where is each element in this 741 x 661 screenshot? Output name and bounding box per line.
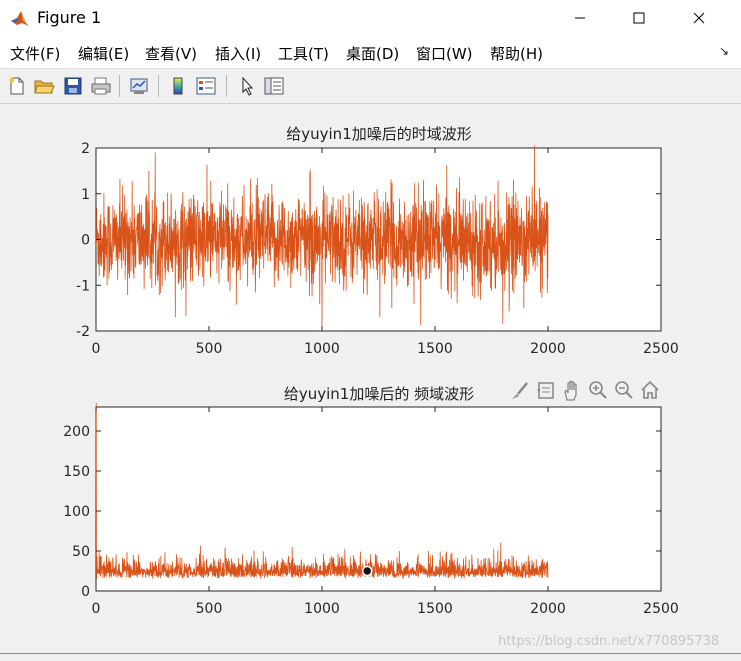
window-bottom-border	[0, 653, 741, 654]
home-icon[interactable]	[640, 380, 660, 402]
plot1-xtick-label: 0	[92, 341, 101, 357]
plot1-ytick-label: -2	[76, 324, 90, 340]
plot1-ytick-label: 1	[81, 187, 90, 203]
plot1-ytick-label: 0	[81, 233, 90, 249]
menu-edit[interactable]: 编辑(E)	[78, 43, 129, 64]
open-file-icon[interactable]	[32, 74, 56, 98]
brush-icon[interactable]	[509, 380, 529, 402]
plot1-xtick-label: 1500	[417, 341, 453, 357]
plot2-ytick-label: 50	[72, 544, 90, 560]
toolbar-separator	[226, 75, 227, 97]
plot2-title: 给yuyin1加噪后的 频域波形	[283, 385, 475, 403]
toolbar-separator	[119, 75, 120, 97]
menu-help[interactable]: 帮助(H)	[490, 43, 543, 64]
plot2-xtick-label: 2000	[530, 601, 566, 617]
menu-bar: 文件(F) 编辑(E) 查看(V) 插入(I) 工具(T) 桌面(D) 窗口(W…	[0, 36, 741, 69]
plot1-xtick-label: 2000	[530, 341, 566, 357]
plot2-ytick-label: 0	[81, 584, 90, 600]
print-icon[interactable]	[89, 74, 113, 98]
close-icon	[693, 12, 705, 24]
menu-view[interactable]: 查看(V)	[145, 43, 197, 64]
plot2-xtick-label: 2500	[643, 601, 679, 617]
window-title: Figure 1	[37, 8, 102, 27]
plot2-ytick-label: 200	[63, 424, 90, 440]
plot2-ytick-label: 100	[63, 504, 90, 520]
maximize-button[interactable]	[616, 0, 662, 36]
plot2-xtick-label: 0	[92, 601, 101, 617]
zoom-out-icon[interactable]	[614, 380, 634, 402]
watermark-text: https://blog.csdn.net/x770895738	[498, 634, 720, 649]
figure-toolbar	[0, 69, 741, 104]
property-inspector-icon[interactable]	[262, 74, 286, 98]
menu-window[interactable]: 窗口(W)	[416, 43, 473, 64]
pan-icon[interactable]	[562, 380, 582, 402]
insert-legend-icon[interactable]	[194, 74, 218, 98]
plot2-ytick-label: 150	[63, 464, 90, 480]
minimize-button[interactable]	[557, 0, 603, 36]
window-titlebar: Figure 1	[0, 0, 741, 36]
plot1-ytick-label: -1	[76, 278, 90, 294]
link-plot-icon[interactable]	[127, 74, 151, 98]
plot1-xtick-label: 1000	[304, 341, 340, 357]
plot2-xtick-label: 1500	[417, 601, 453, 617]
zoom-in-icon[interactable]	[588, 380, 608, 402]
figure-canvas[interactable]: 0 500 1000 1500 2000 2500 2 1 0 -1 -2 0 500 1000 1500 2…	[0, 104, 741, 661]
matlab-logo-icon	[11, 11, 29, 26]
insert-colorbar-icon[interactable]	[166, 74, 190, 98]
plot1-xtick-label: 500	[196, 341, 223, 357]
plot2-xtick-label: 1000	[304, 601, 340, 617]
new-figure-icon[interactable]	[5, 74, 29, 98]
menu-insert[interactable]: 插入(I)	[215, 43, 261, 64]
edit-plot-icon[interactable]	[235, 74, 259, 98]
menu-expand-icon[interactable]: ↘	[719, 44, 729, 58]
toolbar-separator	[158, 75, 159, 97]
menu-desktop[interactable]: 桌面(D)	[346, 43, 399, 64]
close-button[interactable]	[676, 0, 722, 36]
plot1-ytick-label: 2	[81, 141, 90, 157]
menu-tools[interactable]: 工具(T)	[278, 43, 329, 64]
menu-file[interactable]: 文件(F)	[10, 43, 60, 64]
plot2-datatip-marker	[361, 565, 373, 577]
datatip-icon[interactable]	[536, 380, 556, 402]
maximize-icon	[633, 12, 645, 24]
plot2-xtick-label: 500	[196, 601, 223, 617]
plot1-title: 给yuyin1加噪后的时域波形	[286, 125, 472, 143]
plot1-xtick-label: 2500	[643, 341, 679, 357]
save-icon[interactable]	[61, 74, 85, 98]
minimize-icon	[575, 17, 585, 19]
